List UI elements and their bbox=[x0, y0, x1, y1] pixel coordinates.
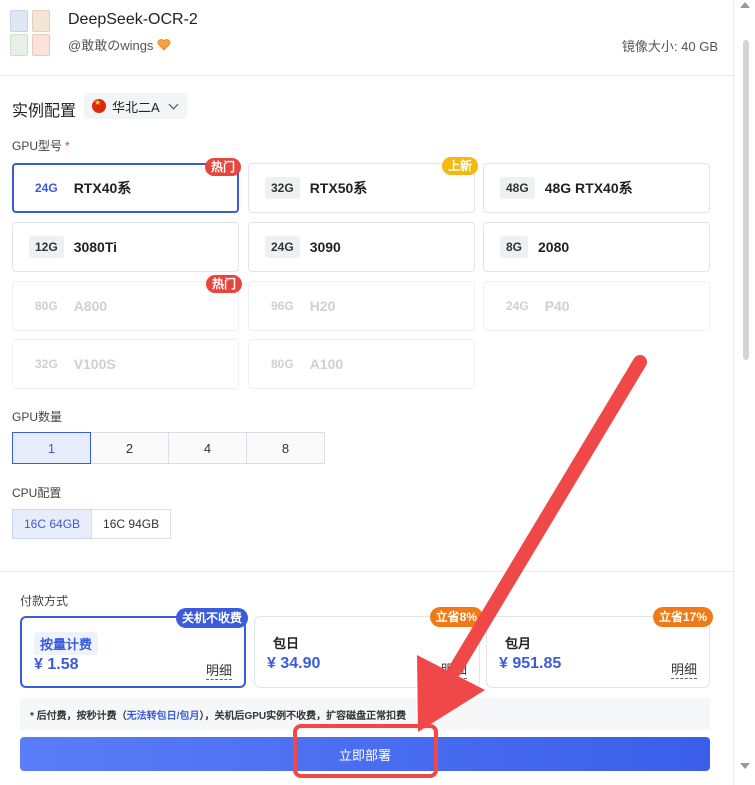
region-select[interactable]: 华北二A bbox=[84, 93, 187, 119]
detail-link[interactable]: 明细 bbox=[205, 660, 232, 680]
gpu-card-2080[interactable]: 8G 2080 bbox=[483, 222, 710, 272]
cpu-option-16c-94gb[interactable]: 16C 94GB bbox=[91, 509, 172, 539]
gpu-count-option-1[interactable]: 1 bbox=[12, 432, 91, 464]
gpu-mem: 12G bbox=[29, 236, 64, 258]
payment-method-label: 付款方式 bbox=[20, 594, 69, 608]
chevron-down-icon bbox=[168, 99, 179, 109]
pay-option-name: 按量计费 bbox=[34, 632, 99, 655]
china-flag-icon bbox=[92, 98, 106, 113]
pay-option-price: ¥ 34.90 bbox=[267, 655, 321, 672]
gpu-name: P40 bbox=[544, 298, 570, 314]
gpu-name: 3090 bbox=[309, 239, 341, 255]
vertical-scrollbar[interactable] bbox=[733, 0, 755, 785]
gpu-count-option-2[interactable]: 2 bbox=[90, 432, 169, 464]
gpu-mem: 8G bbox=[500, 236, 529, 258]
app-thumbnail bbox=[10, 10, 54, 56]
app-author[interactable]: @敢敢のwings bbox=[68, 35, 171, 54]
gpu-mem: 80G bbox=[35, 299, 58, 313]
pay-option-price: ¥ 951.85 bbox=[499, 655, 562, 672]
gpu-mem: 96G bbox=[271, 299, 294, 313]
cpu-option-16c-64gb[interactable]: 16C 64GB bbox=[12, 509, 93, 539]
deploy-button[interactable]: 立即部署 bbox=[20, 737, 710, 771]
gpu-count-option-8[interactable]: 8 bbox=[246, 432, 325, 464]
gpu-mem: 48G bbox=[500, 177, 535, 199]
gpu-card-v100s: 32G V100S bbox=[12, 339, 239, 389]
gpu-name: 48G RTX40系 bbox=[544, 180, 633, 196]
gpu-card-p40: 24G P40 bbox=[483, 281, 710, 331]
gpu-card-a100: 80G A100 bbox=[248, 339, 475, 389]
heart-icon bbox=[158, 38, 171, 51]
pay-badge: 立省17% bbox=[652, 607, 713, 627]
required-mark: * bbox=[65, 139, 70, 153]
gpu-card-a800: 80G A800 热门 bbox=[12, 275, 242, 331]
gpu-count-selector: 1 2 4 8 bbox=[12, 432, 325, 464]
gpu-mem: 32G bbox=[35, 357, 58, 371]
gpu-name: H20 bbox=[309, 298, 336, 314]
gpu-name: A100 bbox=[309, 356, 344, 372]
gpu-name: V100S bbox=[73, 356, 116, 372]
gpu-mem: 80G bbox=[271, 357, 294, 371]
image-size: 镜像大小: 40 GB bbox=[621, 39, 718, 54]
billing-note: * 后付费，按秒计费（无法转包日/包月），关机后GPU实例不收费，扩容磁盘正常扣… bbox=[20, 698, 710, 730]
pay-badge: 立省8% bbox=[429, 607, 483, 627]
billing-note-highlight: 无法转包日/包月 bbox=[126, 711, 200, 722]
detail-link[interactable]: 明细 bbox=[440, 659, 467, 679]
app-title: DeepSeek-OCR-2 bbox=[68, 11, 198, 28]
scroll-up-icon[interactable] bbox=[740, 2, 750, 8]
scrollbar-thumb[interactable] bbox=[743, 40, 749, 360]
gpu-count-label: GPU数量 bbox=[12, 410, 63, 424]
gpu-card-h20: 96G H20 bbox=[248, 281, 475, 331]
gpu-card-3080ti[interactable]: 12G 3080Ti bbox=[12, 222, 239, 272]
region-label: 华北二A bbox=[112, 99, 160, 115]
cpu-config-label: CPU配置 bbox=[12, 486, 62, 500]
gpu-count-option-4[interactable]: 4 bbox=[168, 432, 247, 464]
gpu-card-48g-rtx40[interactable]: 48G 48G RTX40系 bbox=[483, 163, 710, 213]
pay-option-name: 包月 bbox=[505, 636, 532, 651]
pay-badge: 关机不收费 bbox=[175, 608, 248, 628]
gpu-mem: 24G bbox=[35, 181, 58, 195]
pay-option-daily[interactable]: 包日 ¥ 34.90 明细 立省8% bbox=[254, 607, 483, 688]
author-name[interactable]: @敢敢のwings bbox=[68, 35, 153, 54]
pay-option-monthly[interactable]: 包月 ¥ 951.85 明细 立省17% bbox=[486, 607, 713, 688]
new-badge: 上新 bbox=[441, 157, 478, 175]
pay-option-hourly[interactable]: 按量计费 ¥ 1.58 明细 关机不收费 bbox=[20, 608, 248, 688]
cpu-config-selector: 16C 64GB 16C 94GB bbox=[12, 509, 172, 539]
detail-link[interactable]: 明细 bbox=[670, 659, 697, 679]
hot-badge: 热门 bbox=[205, 275, 242, 293]
gpu-mem: 24G bbox=[265, 236, 300, 258]
hot-badge: 热门 bbox=[204, 158, 241, 176]
gpu-name: RTX40系 bbox=[73, 180, 132, 196]
gpu-card-3090[interactable]: 24G 3090 bbox=[248, 222, 475, 272]
app-header: DeepSeek-OCR-2 @敢敢のwings 镜像大小: 40 GB bbox=[0, 0, 733, 76]
pay-option-name: 包日 bbox=[273, 636, 300, 651]
pay-option-price: ¥ 1.58 bbox=[34, 656, 79, 673]
gpu-mem: 32G bbox=[265, 177, 300, 199]
gpu-mem: 24G bbox=[506, 299, 529, 313]
section-divider bbox=[0, 571, 733, 572]
instance-config-title: 实例配置 bbox=[12, 103, 77, 120]
gpu-name: 2080 bbox=[538, 239, 570, 255]
gpu-card-rtx50[interactable]: 32G RTX50系 上新 bbox=[248, 157, 478, 213]
gpu-name: 3080Ti bbox=[73, 239, 118, 255]
gpu-name: A800 bbox=[73, 298, 108, 314]
scroll-down-icon[interactable] bbox=[740, 763, 750, 769]
gpu-card-rtx40[interactable]: 24G RTX40系 热门 bbox=[12, 158, 241, 213]
gpu-name: RTX50系 bbox=[309, 180, 368, 196]
gpu-type-label: GPU型号 * bbox=[12, 139, 70, 153]
